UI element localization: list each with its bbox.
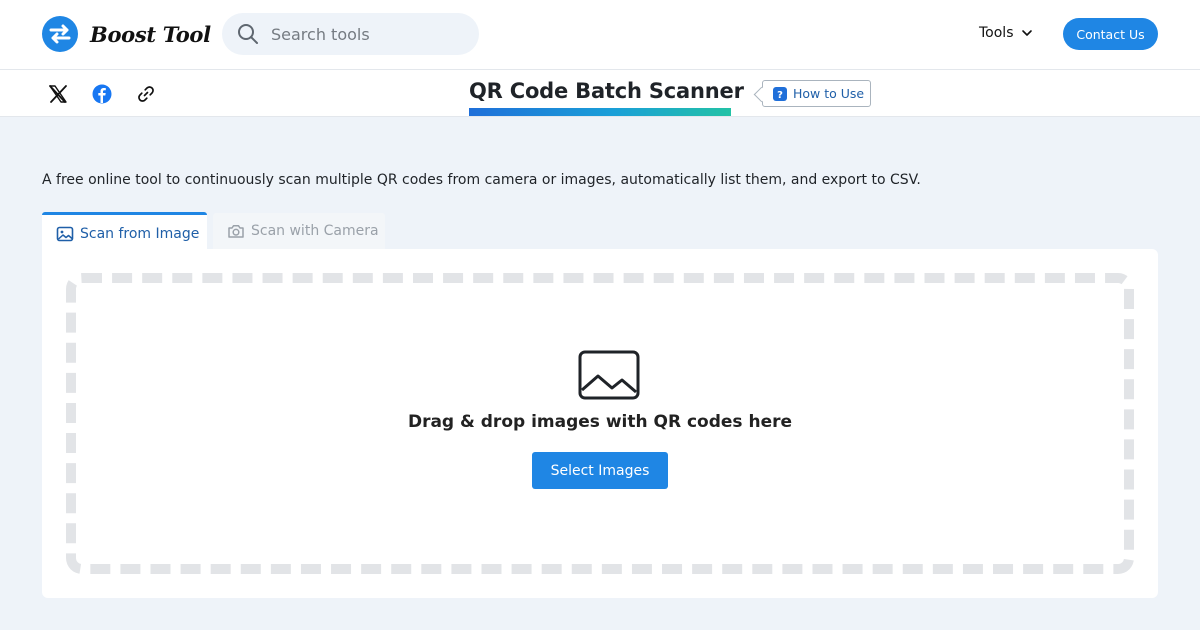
- image-icon: [56, 226, 74, 241]
- link-icon: [138, 86, 154, 102]
- chevron-down-icon: [1021, 30, 1032, 36]
- tools-menu[interactable]: Tools: [979, 25, 1033, 41]
- how-to-use-label: How to Use: [793, 86, 865, 101]
- tool-subheader: QR Code Batch Scanner ? How to Use: [0, 70, 1200, 117]
- tab-scan-with-camera[interactable]: Scan with Camera: [213, 213, 385, 249]
- tool-description: A free online tool to continuously scan …: [42, 172, 921, 188]
- tools-menu-label: Tools: [979, 25, 1014, 41]
- camera-icon: [228, 225, 244, 238]
- search-icon: [238, 24, 258, 44]
- tab-scan-from-image[interactable]: Scan from Image: [42, 212, 207, 252]
- image-dropzone[interactable]: Drag & drop images with QR codes here Se…: [66, 273, 1134, 574]
- picture-icon: [578, 350, 640, 400]
- facebook-icon: [92, 84, 112, 104]
- x-icon: [49, 85, 67, 103]
- boost-tool-logo-icon: [42, 16, 78, 52]
- tab-scan-from-image-label: Scan from Image: [80, 225, 200, 242]
- question-icon: ?: [773, 86, 787, 101]
- copy-link-button[interactable]: [135, 83, 157, 105]
- search-box[interactable]: [222, 13, 479, 55]
- search-input[interactable]: [271, 24, 461, 44]
- title-underline: [469, 108, 731, 116]
- share-x-button[interactable]: [47, 83, 69, 105]
- brand-name: Boost Tool: [90, 21, 211, 47]
- share-facebook-button[interactable]: [91, 83, 113, 105]
- dropzone-text: Drag & drop images with QR codes here: [407, 412, 793, 432]
- scan-panel: Drag & drop images with QR codes here Se…: [42, 249, 1158, 598]
- brand-logo[interactable]: Boost Tool: [42, 16, 211, 52]
- svg-text:?: ?: [777, 90, 783, 101]
- tab-scan-with-camera-label: Scan with Camera: [251, 223, 379, 239]
- how-to-use-button[interactable]: ? How to Use: [762, 80, 871, 107]
- select-images-button[interactable]: Select Images: [532, 452, 668, 489]
- top-header: Boost Tool Tools Contact Us: [0, 0, 1200, 70]
- contact-us-button[interactable]: Contact Us: [1063, 18, 1158, 50]
